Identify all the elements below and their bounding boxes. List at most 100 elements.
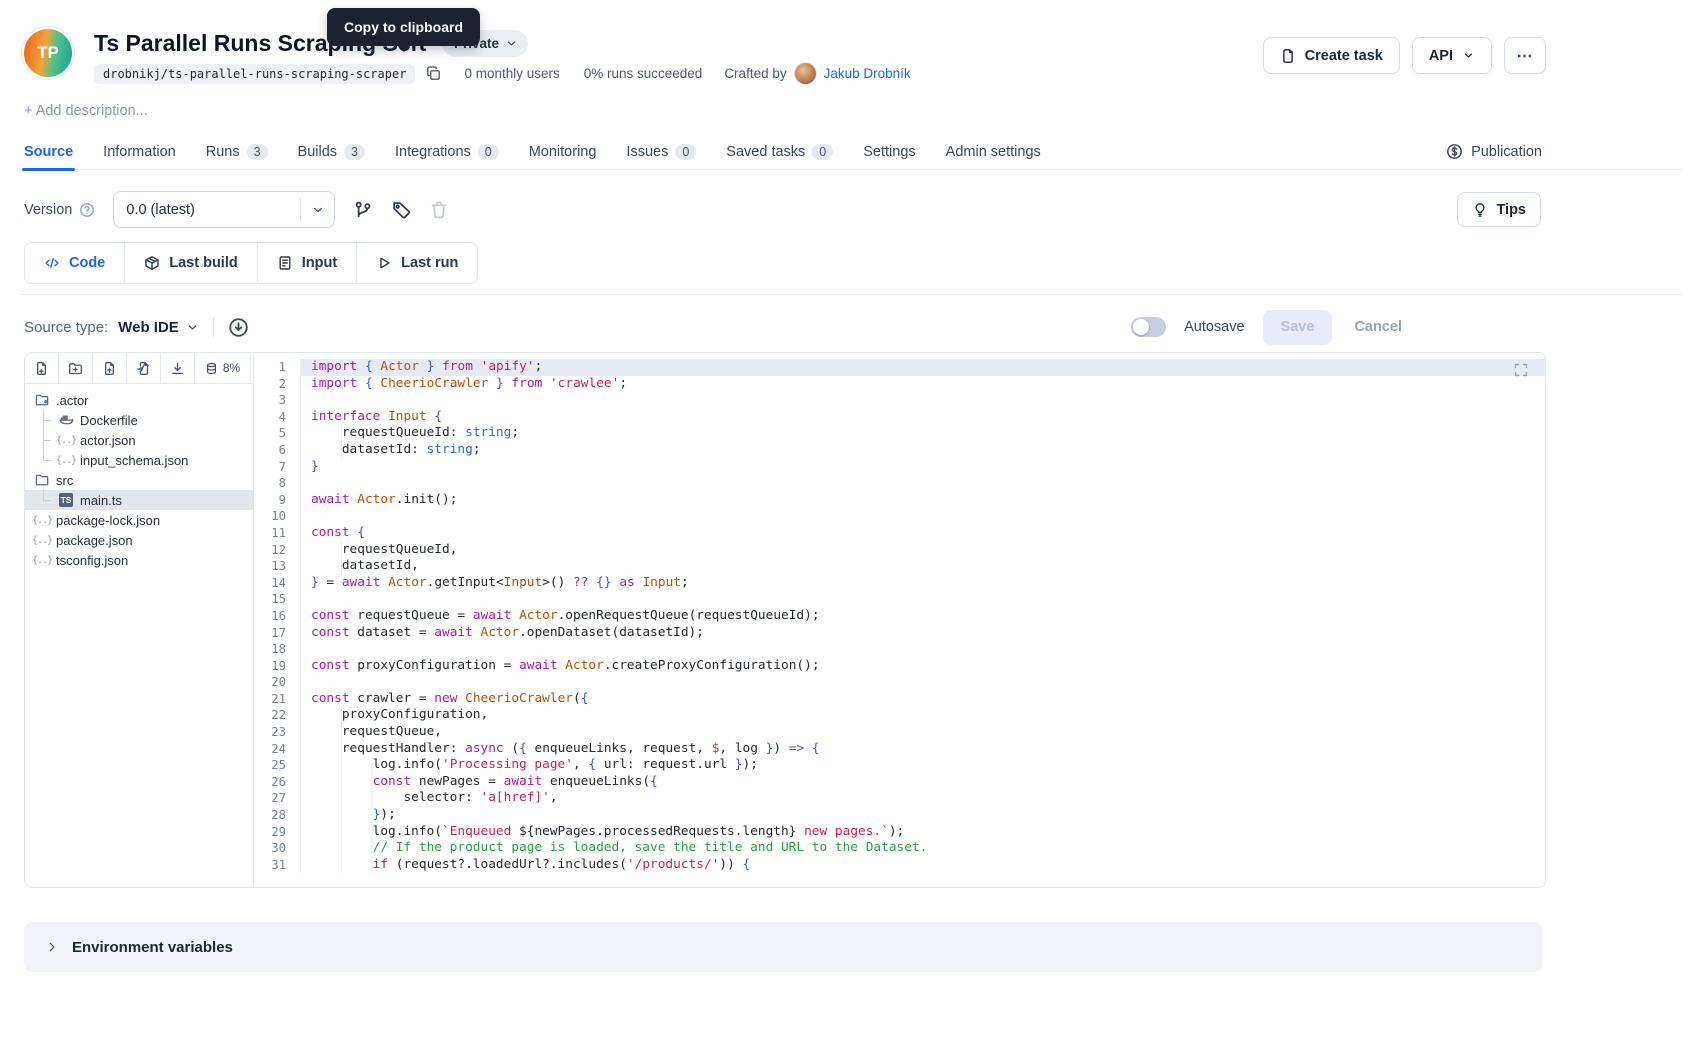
- folder-plus-icon: [68, 361, 83, 376]
- tab-monitoring[interactable]: Monitoring: [529, 133, 597, 170]
- line-number: 22: [254, 707, 300, 724]
- cancel-button[interactable]: Cancel: [1350, 319, 1406, 335]
- line-number: 21: [254, 691, 300, 708]
- file-src[interactable]: src: [25, 470, 253, 490]
- typescript-icon: TS: [59, 493, 73, 507]
- tab-integrations[interactable]: Integrations0: [395, 133, 499, 170]
- code-line: 27 selector: 'a[href]',: [254, 790, 1545, 807]
- folder-open-icon: [35, 393, 50, 408]
- line-number: 31: [254, 857, 300, 874]
- copy-icon[interactable]: [425, 65, 442, 82]
- subtab-last-build[interactable]: Last build: [124, 243, 256, 283]
- version-value: 0.0 (latest): [114, 202, 300, 218]
- code-line: 25 log.info('Processing page', { url: re…: [254, 757, 1545, 774]
- file-in-button[interactable]: [127, 353, 161, 383]
- code-line: 4interface Input {: [254, 409, 1545, 426]
- download-circle-icon[interactable]: [228, 317, 249, 338]
- line-number: 28: [254, 807, 300, 824]
- code-line: 23 requestQueue,: [254, 724, 1545, 741]
- download-button[interactable]: [161, 353, 195, 383]
- crafted-by: Crafted by Jakub Drobník: [724, 63, 910, 84]
- line-number: 2: [254, 376, 300, 393]
- line-number: 5: [254, 425, 300, 442]
- git-branch-icon[interactable]: [353, 200, 373, 220]
- chevron-down-icon: [505, 37, 518, 50]
- version-select[interactable]: 0.0 (latest): [113, 191, 335, 228]
- chevron-down-icon: [311, 203, 325, 217]
- file-main-ts[interactable]: TSmain.ts: [25, 490, 253, 510]
- file-plus-icon: [34, 361, 49, 376]
- version-row: Version 0.0 (latest): [24, 191, 449, 228]
- docker-icon: [59, 413, 74, 428]
- tab-issues[interactable]: Issues0: [626, 133, 696, 170]
- code-line: 1import { Actor } from 'apify';: [254, 359, 1545, 376]
- file-up-button[interactable]: [93, 353, 127, 383]
- environment-variables-section[interactable]: Environment variables: [24, 922, 1542, 972]
- author-link[interactable]: Jakub Drobník: [824, 66, 911, 81]
- code-line: 14} = await Actor.getInput<Input>() ?? {…: [254, 575, 1545, 592]
- chevron-right-icon: [45, 940, 59, 954]
- json-icon: {..}: [32, 535, 52, 546]
- code-line: 11const {: [254, 525, 1545, 542]
- file-tsconfig-json[interactable]: {..}tsconfig.json: [25, 550, 253, 570]
- help-icon[interactable]: [79, 202, 95, 218]
- file-package-lock-json[interactable]: {..}package-lock.json: [25, 510, 253, 530]
- download-icon: [170, 361, 185, 376]
- add-description-button[interactable]: + Add description...: [24, 103, 148, 119]
- subtab-last-run[interactable]: Last run: [356, 243, 477, 283]
- api-button[interactable]: API: [1412, 37, 1492, 74]
- actor-handle[interactable]: drobnikj/ts-parallel-runs-scraping-scrap…: [94, 64, 415, 84]
- tab-publication[interactable]: Publication: [1446, 133, 1542, 170]
- editor-subtabs: CodeLast buildInputLast run: [24, 242, 478, 284]
- line-number: 14: [254, 575, 300, 592]
- tips-button[interactable]: Tips: [1457, 192, 1541, 227]
- fullscreen-icon[interactable]: [1513, 362, 1529, 378]
- file-in-icon: [136, 361, 151, 376]
- json-icon: {..}: [56, 435, 76, 446]
- tab-information[interactable]: Information: [103, 133, 176, 170]
- create-task-button[interactable]: Create task: [1263, 37, 1400, 74]
- tab-admin-settings[interactable]: Admin settings: [946, 133, 1041, 170]
- copy-tooltip: Copy to clipboard: [327, 8, 480, 46]
- file-input-schema-json[interactable]: {..}input_schema.json: [25, 450, 253, 470]
- code-line: 20: [254, 674, 1545, 691]
- line-number: 17: [254, 625, 300, 642]
- source-type-row: Source type: Web IDE Autosave Save Cance…: [24, 307, 1542, 347]
- stat: 0 monthly users: [464, 66, 559, 81]
- more-actions-button[interactable]: ⋯: [1504, 37, 1546, 74]
- file-dockerfile[interactable]: Dockerfile: [25, 410, 253, 430]
- tab-source[interactable]: Source: [24, 133, 73, 170]
- save-button[interactable]: Save: [1263, 310, 1333, 345]
- line-number: 29: [254, 824, 300, 841]
- tab-settings[interactable]: Settings: [863, 133, 915, 170]
- autosave-toggle[interactable]: [1131, 317, 1166, 337]
- tree-guide: [34, 410, 58, 430]
- code-editor[interactable]: 1import { Actor } from 'apify';2import {…: [254, 353, 1545, 887]
- folder-plus-button[interactable]: [59, 353, 93, 383]
- subtab-input[interactable]: Input: [257, 243, 356, 283]
- subtab-code[interactable]: Code: [25, 243, 124, 283]
- file-plus-button[interactable]: [25, 353, 59, 383]
- actor-detail-page: TP Ts Parallel Runs Scraping Scraper Pri…: [0, 0, 1701, 1037]
- line-number: 24: [254, 741, 300, 758]
- file-package-json[interactable]: {..}package.json: [25, 530, 253, 550]
- tab-runs[interactable]: Runs3: [206, 133, 268, 170]
- handle-row: drobnikj/ts-parallel-runs-scraping-scrap…: [94, 63, 911, 84]
- save-controls: Autosave Save Cancel: [1131, 310, 1542, 345]
- line-number: 27: [254, 790, 300, 807]
- tab-count-badge: 0: [812, 144, 833, 160]
- line-number: 18: [254, 641, 300, 658]
- tag-icon[interactable]: [391, 200, 411, 220]
- line-number: 15: [254, 591, 300, 608]
- trash-icon[interactable]: [429, 200, 449, 220]
- tab-saved-tasks[interactable]: Saved tasks0: [726, 133, 833, 170]
- environment-variables-label: Environment variables: [72, 939, 233, 956]
- file--actor[interactable]: .actor: [25, 390, 253, 410]
- json-icon: {..}: [56, 455, 76, 466]
- file-tree: .actorDockerfile{..}actor.json{..}input_…: [25, 384, 253, 570]
- file-up-icon: [102, 361, 117, 376]
- source-type-dropdown[interactable]: Web IDE: [118, 319, 199, 336]
- file-actor-json[interactable]: {..}actor.json: [25, 430, 253, 450]
- tab-builds[interactable]: Builds3: [298, 133, 365, 170]
- tab-count-badge: 0: [675, 144, 696, 160]
